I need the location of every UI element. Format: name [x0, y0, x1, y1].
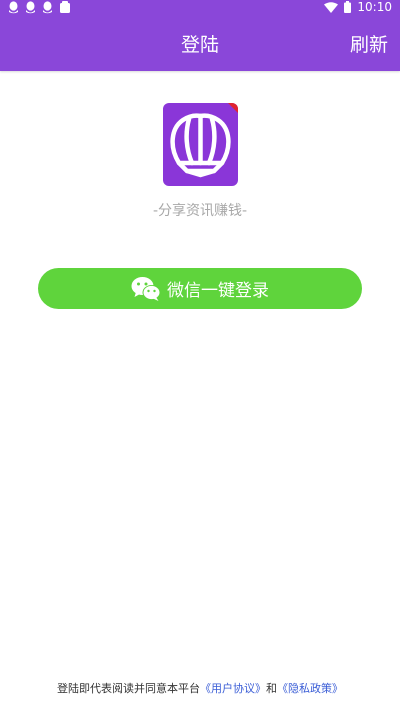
qq-icon [9, 1, 18, 14]
battery-icon [344, 1, 352, 13]
app-slogan: -分享资讯赚钱- [152, 203, 248, 219]
status-system: 10:10 [324, 0, 392, 14]
wechat-icon [131, 276, 161, 301]
wechat-login-label: 微信一键登录 [167, 281, 269, 301]
wifi-icon [324, 1, 339, 13]
user-agreement-link[interactable]: 《用户协议》 [200, 682, 266, 695]
agreement-notice: 登陆即代表阅读并同意本平台《用户协议》和《隐私政策》 [0, 680, 400, 696]
agreement-prefix: 登陆即代表阅读并同意本平台 [57, 682, 200, 695]
status-notifications [8, 1, 71, 14]
wechat-login-button[interactable]: 微信一键登录 [38, 268, 362, 309]
page-title: 登陆 [180, 34, 219, 56]
qq-icon [26, 1, 35, 14]
app-header: 10:10 登陆 刷新 [0, 0, 400, 71]
badge-corner [228, 103, 238, 113]
title-bar: 登陆 刷新 [0, 16, 400, 71]
notification-icon [60, 1, 70, 13]
qq-icon [43, 1, 52, 14]
status-time: 10:10 [357, 0, 392, 14]
privacy-policy-link[interactable]: 《隐私政策》 [277, 682, 343, 695]
shell-icon [170, 113, 231, 178]
login-screen: 10:10 登陆 刷新 -分享资讯赚钱- 微信一键登录 登陆即代表阅读并同意本平… [0, 0, 400, 710]
refresh-button[interactable]: 刷新 [350, 30, 388, 57]
agreement-conjunction: 和 [266, 682, 277, 695]
status-bar: 10:10 [0, 0, 400, 16]
app-logo [163, 103, 238, 186]
